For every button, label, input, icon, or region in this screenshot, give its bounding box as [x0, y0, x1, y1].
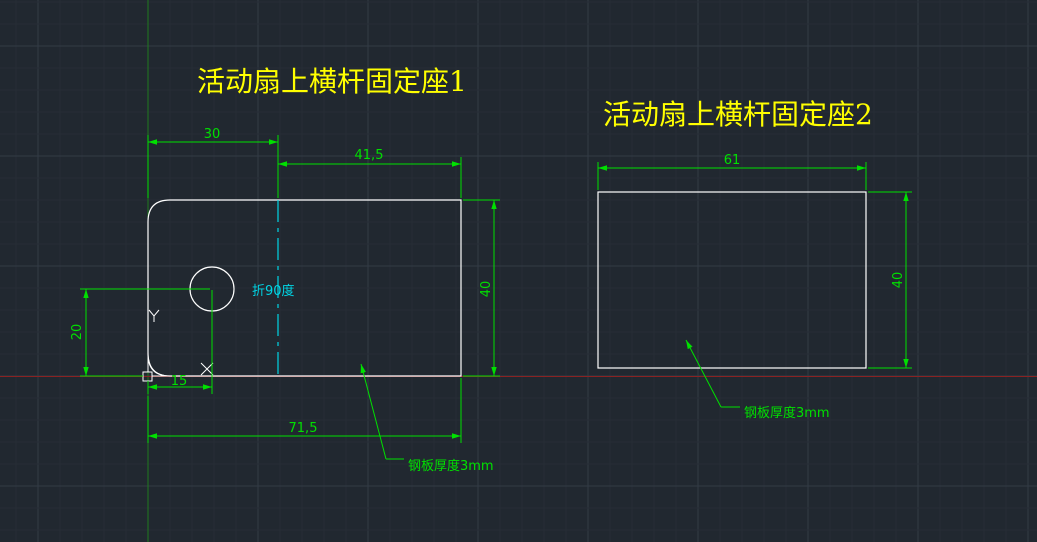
ucs-icon [142, 309, 214, 382]
part2-dim-40-text: 40 [891, 272, 906, 289]
part1-title: 活动扇上横杆固定座1 [197, 65, 467, 98]
part2-drawing[interactable]: 活动扇上横杆固定座2 61 40 钢板厚度3mm [597, 98, 912, 421]
part1-dim-71-5-text: 71,5 [289, 421, 318, 436]
part1-thickness-leader[interactable] [360, 363, 404, 460]
part2-thickness-note: 钢板厚度3mm [744, 405, 830, 421]
part2-outline[interactable] [597, 191, 867, 369]
part1-drawing[interactable]: 活动扇上横杆固定座1 折90度 30 41,5 40 20 15 71,5 钢板… [70, 65, 500, 474]
part2-thickness-leader[interactable] [685, 339, 740, 408]
part1-dim-30-text: 30 [204, 127, 221, 142]
part2-title: 活动扇上横杆固定座2 [603, 98, 873, 131]
cad-drawing-canvas[interactable]: 活动扇上横杆固定座1 折90度 30 41,5 40 20 15 71,5 钢板… [0, 0, 1037, 542]
part1-dim-41-5-text: 41,5 [355, 148, 384, 163]
part1-fold-note: 折90度 [252, 283, 295, 299]
drawing-grid [0, 0, 1037, 542]
part1-dim-20-text: 20 [70, 324, 85, 341]
part1-thickness-note: 钢板厚度3mm [408, 458, 494, 474]
part2-dim-61-text: 61 [724, 153, 741, 168]
part1-dim-40-text: 40 [479, 281, 494, 298]
part1-dim-15-text: 15 [171, 374, 188, 389]
